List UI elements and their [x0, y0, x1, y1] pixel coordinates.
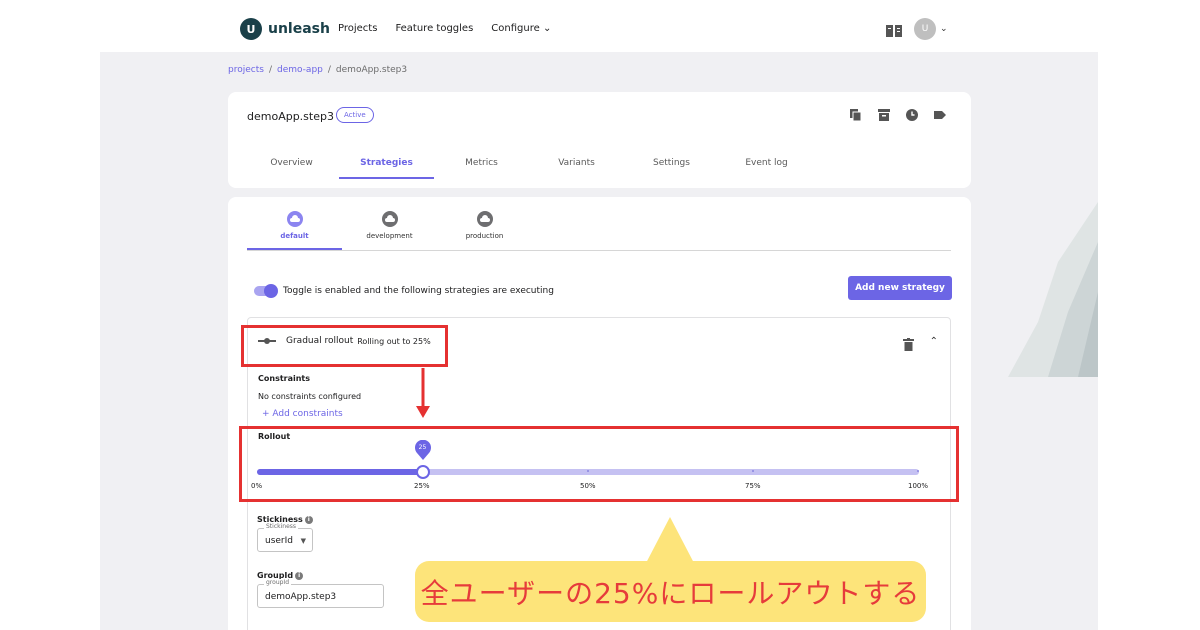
history-icon[interactable]	[905, 108, 919, 122]
feature-enabled-switch[interactable]	[254, 284, 278, 298]
tag-icon[interactable]	[933, 108, 947, 122]
breadcrumb-current: demoApp.step3	[335, 65, 408, 75]
groupid-input[interactable]: groupId demoApp.step3	[257, 579, 384, 608]
breadcrumb-separator: /	[327, 65, 331, 75]
info-icon[interactable]: i	[295, 571, 304, 580]
groupid-value: demoApp.step3	[265, 592, 337, 602]
breadcrumb: projects / demo-app / demoApp.step3	[228, 65, 407, 75]
chevron-up-icon[interactable]: ⌃	[930, 336, 938, 347]
stickiness-legend: Stickiness	[264, 523, 299, 530]
stickiness-select[interactable]: Stickiness userId ▼	[257, 523, 313, 552]
callout-tail	[645, 517, 695, 565]
logo-text: unleash	[268, 21, 330, 37]
toggle-status-text: Toggle is enabled and the following stra…	[283, 286, 554, 296]
cloud-icon	[381, 211, 398, 227]
feature-header-card: demoApp.step3 Active Overview Strategies…	[228, 92, 971, 188]
chevron-down-icon[interactable]: ⌄	[940, 24, 948, 34]
add-new-strategy-button[interactable]: Add new strategy	[848, 276, 952, 300]
feature-tabs: Overview Strategies Metrics Variants Set…	[244, 148, 814, 179]
tab-metrics[interactable]: Metrics	[434, 148, 529, 179]
cloud-icon	[286, 211, 303, 227]
nav-right: U ⌄	[886, 18, 948, 40]
trash-icon[interactable]	[903, 338, 914, 351]
env-label: default	[280, 232, 309, 240]
annotation-arrow	[416, 368, 430, 418]
breadcrumb-separator: /	[268, 65, 272, 75]
top-nav: U unleash Projects Feature toggles Confi…	[0, 0, 1200, 52]
docs-book-icon[interactable]	[886, 24, 902, 37]
nav-link-projects[interactable]: Projects	[338, 23, 377, 34]
env-tab-production[interactable]: production	[437, 211, 532, 250]
chevron-down-icon: ⌄	[542, 23, 552, 34]
annotation-box-rollout	[239, 426, 959, 502]
cloud-icon	[476, 211, 493, 227]
tab-event-log[interactable]: Event log	[719, 148, 814, 179]
feature-title: demoApp.step3	[247, 110, 334, 123]
info-icon[interactable]: i	[304, 515, 313, 524]
env-tab-development[interactable]: development	[342, 211, 437, 250]
switch-knob	[264, 284, 278, 298]
constraints-text: No constraints configured	[258, 392, 362, 401]
toggle-row: Toggle is enabled and the following stra…	[254, 284, 554, 298]
caret-down-icon: ▼	[300, 537, 306, 545]
status-badge: Active	[336, 107, 374, 123]
decorative-background-shape	[1008, 202, 1098, 377]
avatar[interactable]: U	[914, 18, 936, 40]
annotation-callout: 全ユーザーの25%にロールアウトする	[415, 561, 926, 622]
nav-link-feature-toggles[interactable]: Feature toggles	[395, 23, 473, 34]
constraints-title: Constraints	[258, 374, 311, 383]
tab-strategies[interactable]: Strategies	[339, 148, 434, 179]
add-constraints-link[interactable]: + Add constraints	[262, 409, 343, 419]
nav-link-configure-label: Configure	[491, 23, 540, 34]
environment-tabs: default development production	[247, 211, 951, 251]
copy-icon[interactable]	[849, 108, 863, 122]
unleash-logo-icon: U	[240, 18, 262, 40]
tab-settings[interactable]: Settings	[624, 148, 719, 179]
callout-text: 全ユーザーの25%にロールアウトする	[420, 576, 921, 610]
breadcrumb-projects[interactable]: projects	[228, 65, 264, 75]
breadcrumb-demo-app[interactable]: demo-app	[277, 65, 323, 75]
annotation-box-strategy	[241, 325, 448, 367]
groupid-legend: groupId	[264, 579, 292, 586]
header-actions	[849, 108, 947, 122]
stickiness-value: userId	[265, 536, 293, 546]
env-label: development	[366, 232, 413, 240]
nav-link-configure[interactable]: Configure ⌄	[491, 23, 551, 34]
unleash-logo[interactable]: U unleash	[240, 18, 330, 40]
tab-variants[interactable]: Variants	[529, 148, 624, 179]
nav-links: Projects Feature toggles Configure ⌄	[338, 23, 551, 34]
tab-overview[interactable]: Overview	[244, 148, 339, 179]
env-label: production	[465, 232, 504, 240]
archive-icon[interactable]	[877, 108, 891, 122]
env-tab-default[interactable]: default	[247, 211, 342, 250]
